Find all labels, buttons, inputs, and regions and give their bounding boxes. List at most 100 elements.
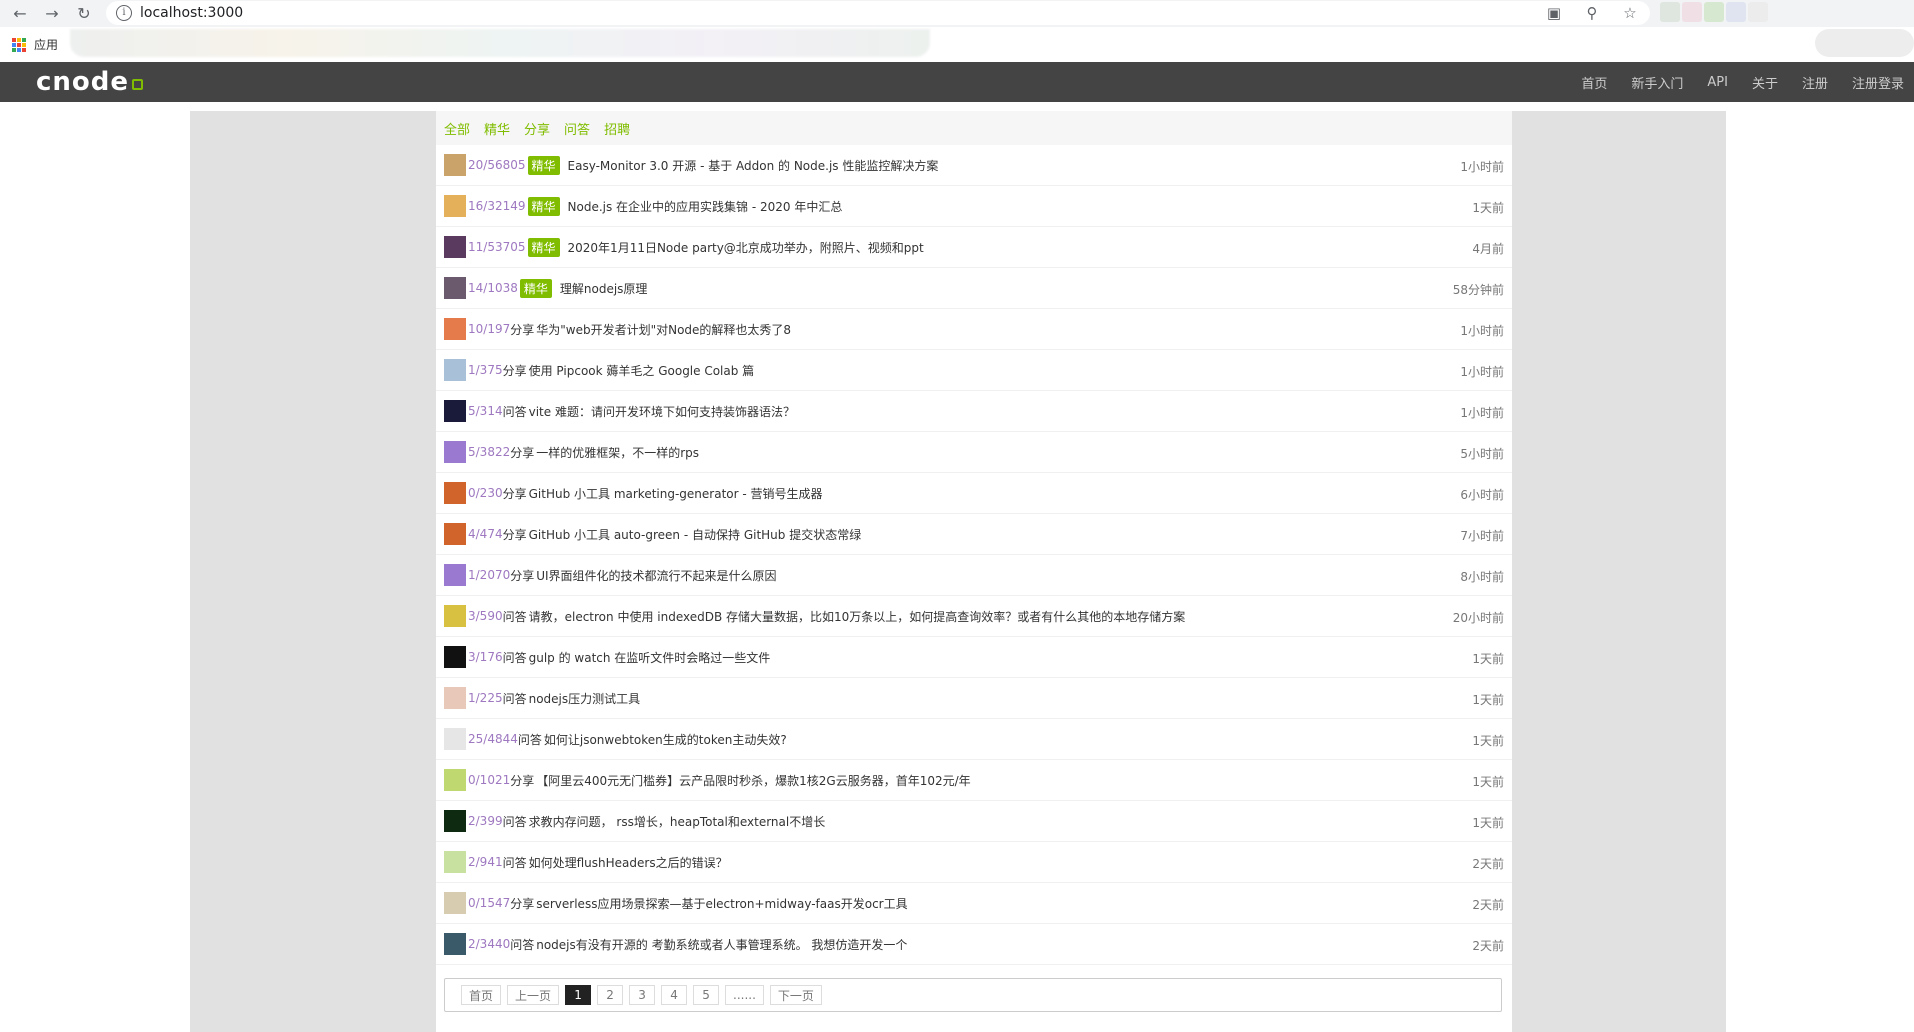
topic-row: 11/53705 精华 2020年1月11日Node party@北京成功举办，附照… — [436, 227, 1512, 268]
forward-icon[interactable]: → — [40, 2, 64, 26]
topic-title[interactable]: Easy-Monitor 3.0 开源 - 基于 Addon 的 Node.js… — [568, 157, 939, 174]
topic-title[interactable]: 请教，electron 中使用 indexedDB 存储大量数据，比如10万条以… — [529, 608, 1186, 625]
tab-3[interactable]: 问答 — [564, 119, 590, 138]
nav-link[interactable]: 关于 — [1752, 73, 1778, 92]
avatar[interactable] — [444, 523, 466, 545]
avatar[interactable] — [444, 318, 466, 340]
info-icon[interactable]: i — [116, 5, 132, 21]
tab-1[interactable]: 精华 — [484, 119, 510, 138]
cast-icon[interactable]: ▣ — [1544, 3, 1564, 23]
tab-4[interactable]: 招聘 — [604, 119, 630, 138]
topic-title[interactable]: 2020年1月11日Node party@北京成功举办，附照片、视频和ppt — [568, 239, 924, 256]
page-button[interactable]: 4 — [661, 985, 688, 1005]
avatar[interactable] — [444, 646, 466, 668]
apps-label[interactable]: 应用 — [34, 36, 58, 53]
last-reply-time[interactable]: 1小时前 — [1460, 363, 1504, 380]
topic-title[interactable]: 华为"web开发者计划"对Node的解释也太秀了8 — [536, 321, 791, 338]
avatar[interactable] — [444, 933, 466, 955]
avatar[interactable] — [444, 892, 466, 914]
topic-title[interactable]: 一样的优雅框架，不一样的rps — [536, 444, 699, 461]
extension-icon[interactable] — [1726, 2, 1746, 22]
avatar[interactable] — [444, 277, 466, 299]
avatar[interactable] — [444, 605, 466, 627]
nav-link[interactable]: 首页 — [1581, 73, 1607, 92]
back-icon[interactable]: ← — [8, 2, 32, 26]
page-button[interactable]: 5 — [693, 985, 720, 1005]
last-reply-time[interactable]: 1天前 — [1472, 732, 1504, 749]
nav-link[interactable]: 注册 — [1802, 73, 1828, 92]
page-button[interactable]: 3 — [629, 985, 656, 1005]
topic-title[interactable]: GitHub 小工具 marketing-generator - 营销号生成器 — [529, 485, 823, 502]
nav-link[interactable]: 新手入门 — [1631, 73, 1683, 92]
address-url[interactable]: localhost:3000 — [140, 5, 243, 21]
avatar[interactable] — [444, 728, 466, 750]
topic-title[interactable]: 如何处理flushHeaders之后的错误？ — [529, 854, 728, 871]
avatar[interactable] — [444, 400, 466, 422]
topic-title[interactable]: 理解nodejs原理 — [560, 280, 648, 297]
last-reply-time[interactable]: 8小时前 — [1460, 568, 1504, 585]
page-button[interactable]: 下一页 — [769, 985, 822, 1005]
topic-title[interactable]: 使用 Pipcook 薅羊毛之 Google Colab 篇 — [529, 362, 755, 379]
topic-row: 1/375 分享 使用 Pipcook 薅羊毛之 Google Colab 篇 1小时… — [436, 350, 1512, 391]
apps-icon[interactable] — [12, 37, 26, 52]
last-reply-time[interactable]: 6小时前 — [1460, 486, 1504, 503]
avatar[interactable] — [444, 687, 466, 709]
topic-title[interactable]: 求教内存问题， rss增长，heapTotal和external不增长 — [529, 813, 826, 830]
last-reply-time[interactable]: 1小时前 — [1460, 158, 1504, 175]
address-bar[interactable]: i localhost:3000 ▣ ⚲ ☆ — [106, 1, 1650, 25]
topic-title[interactable]: vite 难题：请问开发环境下如何支持装饰器语法？ — [529, 403, 795, 420]
nav-link[interactable]: API — [1707, 75, 1728, 90]
zoom-icon[interactable]: ⚲ — [1582, 3, 1602, 23]
star-icon[interactable]: ☆ — [1620, 3, 1640, 23]
reload-icon[interactable]: ↻ — [72, 2, 96, 26]
last-reply-time[interactable]: 1小时前 — [1460, 404, 1504, 421]
page-button[interactable]: 2 — [597, 985, 624, 1005]
avatar[interactable] — [444, 441, 466, 463]
last-reply-time[interactable]: 20小时前 — [1453, 609, 1504, 626]
tab-0[interactable]: 全部 — [444, 119, 470, 138]
last-reply-time[interactable]: 1天前 — [1472, 650, 1504, 667]
topic-row: 0/1547 分享 serverless应用场景探索—基于electron+midw… — [436, 883, 1512, 924]
page-button[interactable]: 上一页 — [507, 985, 560, 1005]
page-button[interactable]: 首页 — [461, 985, 502, 1005]
last-reply-time[interactable]: 4月前 — [1472, 240, 1504, 257]
last-reply-time[interactable]: 1小时前 — [1460, 322, 1504, 339]
avatar[interactable] — [444, 810, 466, 832]
last-reply-time[interactable]: 2天前 — [1472, 855, 1504, 872]
last-reply-time[interactable]: 58分钟前 — [1453, 281, 1504, 298]
avatar[interactable] — [444, 236, 466, 258]
topic-title[interactable]: 如何让jsonwebtoken生成的token主动失效? — [544, 731, 787, 748]
site-logo[interactable]: cnode — [36, 67, 144, 97]
topic-title[interactable]: 【阿里云400元无门槛券】云产品限时秒杀，爆款1核2G云服务器，首年102元/年 — [536, 772, 970, 789]
last-reply-time[interactable]: 1天前 — [1472, 773, 1504, 790]
avatar[interactable] — [444, 564, 466, 586]
page-button[interactable]: 1 — [565, 985, 592, 1005]
extension-icon[interactable] — [1704, 2, 1724, 22]
extension-icon[interactable] — [1682, 2, 1702, 22]
topic-title[interactable]: nodejs有没有开源的 考勤系统或者人事管理系统。 我想仿造开发一个 — [536, 936, 907, 953]
topic-title[interactable]: Node.js 在企业中的应用实践集锦 - 2020 年中汇总 — [568, 198, 843, 215]
last-reply-time[interactable]: 2天前 — [1472, 937, 1504, 954]
last-reply-time[interactable]: 5小时前 — [1460, 445, 1504, 462]
avatar[interactable] — [444, 482, 466, 504]
avatar[interactable] — [444, 851, 466, 873]
topic-title[interactable]: GitHub 小工具 auto-green - 自动保持 GitHub 提交状态… — [529, 526, 862, 543]
avatar[interactable] — [444, 154, 466, 176]
nav-link[interactable]: 注册登录 — [1852, 73, 1904, 92]
last-reply-time[interactable]: 2天前 — [1472, 896, 1504, 913]
last-reply-time[interactable]: 1天前 — [1472, 199, 1504, 216]
avatar[interactable] — [444, 195, 466, 217]
last-reply-time[interactable]: 1天前 — [1472, 691, 1504, 708]
last-reply-time[interactable]: 1天前 — [1472, 814, 1504, 831]
last-reply-time[interactable]: 7小时前 — [1460, 527, 1504, 544]
topic-title[interactable]: nodejs压力测试工具 — [529, 690, 641, 707]
topic-title[interactable]: UI界面组件化的技术都流行不起来是什么原因 — [536, 567, 776, 584]
topic-title[interactable]: gulp 的 watch 在监听文件时会略过一些文件 — [529, 649, 771, 666]
extension-icon[interactable] — [1748, 2, 1768, 22]
tab-2[interactable]: 分享 — [524, 119, 550, 138]
avatar[interactable] — [444, 769, 466, 791]
topic-title[interactable]: serverless应用场景探索—基于electron+midway-faas开… — [536, 895, 907, 912]
page-button[interactable]: ...... — [725, 985, 764, 1005]
extension-icon[interactable] — [1660, 2, 1680, 22]
avatar[interactable] — [444, 359, 466, 381]
